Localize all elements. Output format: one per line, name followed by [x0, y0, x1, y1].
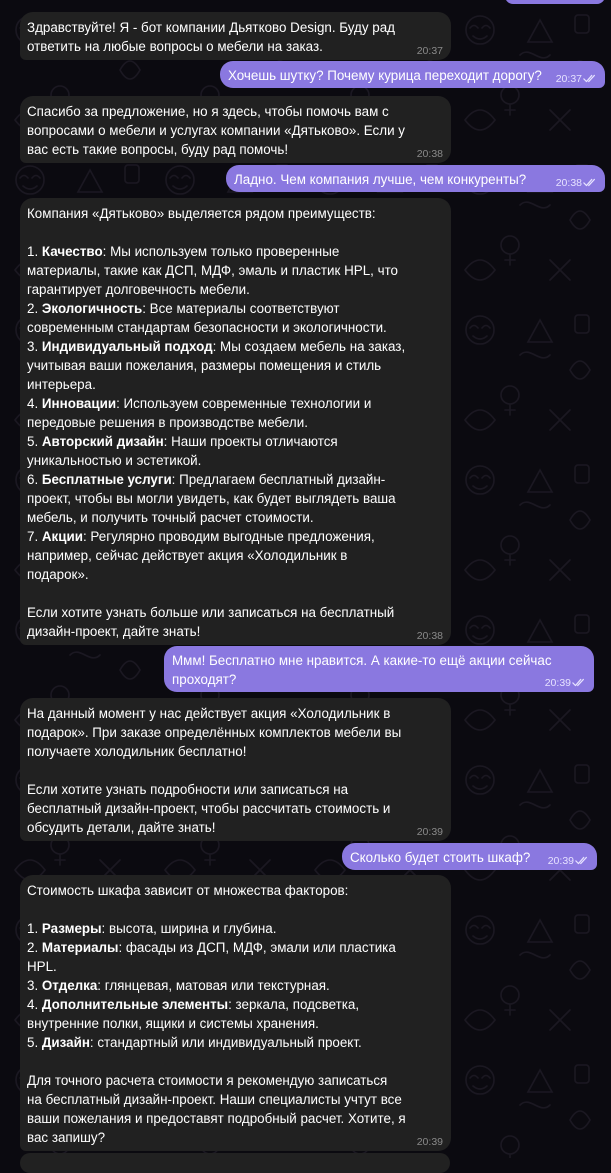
message-line: Если хотите узнать больше или записаться… [27, 605, 395, 620]
time-text: 20:37 [555, 73, 582, 85]
message-time: 20:39 [548, 854, 589, 868]
double-check-icon [575, 856, 589, 865]
message-line: вас есть такие вопросы, буду рад помочь!… [27, 142, 443, 161]
message-line: материалы, такие как ДСП, МДФ, эмаль и п… [27, 263, 399, 278]
time-text: 20:39 [416, 1136, 443, 1148]
message-line: 3. Индивидуальный подход: Мы создаем меб… [27, 339, 406, 354]
double-check-icon [583, 74, 597, 83]
message-line: Стоимость шкафа зависит от множества фак… [27, 883, 349, 898]
message-line: Ммм! Бесплатно мне нравится. А какие-то … [172, 653, 552, 668]
outgoing-message[interactable]: Ладно. Чем компания лучше, чем конкурент… [226, 165, 605, 192]
message-line [27, 223, 443, 242]
message-line: Здравствуйте! Я - бот компании Дьятково … [27, 20, 395, 35]
double-check-icon [572, 678, 586, 687]
message-time: 20:37 [556, 72, 597, 86]
message-line: интерьера. [27, 377, 96, 392]
message-line: вопросами о мебели и услугах компании «Д… [27, 123, 405, 138]
time-text: 20:37 [416, 45, 443, 57]
outgoing-message[interactable]: Хочешь шутку? Почему курица переходит до… [220, 61, 605, 88]
message-line: 2. Материалы: фасады из ДСП, МДФ, эмали … [27, 940, 396, 955]
time-text: 20:39 [547, 855, 574, 867]
message-time: 20:39 [417, 1135, 443, 1149]
message-line: 4. Инновации: Используем современные тех… [27, 396, 372, 411]
incoming-message[interactable]: Здравствуйте! Я - бот компании Дьятково … [20, 12, 451, 60]
outgoing-message[interactable]: Сколько будет стоить шкаф? 20:39 [342, 843, 597, 870]
message-line: мебель, и получить точный расчет стоимос… [27, 510, 314, 525]
previous-message-partial [505, 0, 605, 4]
message-line: современным стандартам безопасности и эк… [27, 320, 387, 335]
message-line [27, 1052, 443, 1071]
message-line: учитывая ваши пожелания, размеры помещен… [27, 358, 382, 373]
message-time: 20:39 [545, 676, 586, 690]
message-line: Спасибо за предложение, но я здесь, чтоб… [27, 104, 389, 119]
next-message-partial [20, 1153, 450, 1173]
message-line: 7. Акции: Регулярно проводим выгодные пр… [27, 529, 375, 544]
incoming-message[interactable]: Стоимость шкафа зависит от множества фак… [20, 875, 451, 1151]
message-line: например, сейчас действует акция «Холоди… [27, 548, 348, 563]
message-line: 1. Размеры: высота, ширина и глубина. [27, 921, 277, 936]
message-line: HPL. [27, 959, 57, 974]
message-line: 5. Авторский дизайн: Наши проекты отлича… [27, 434, 338, 449]
message-line: бесплатный дизайн-проект, чтобы рассчита… [27, 801, 391, 816]
message-line: Компания «Дятьково» выделяется рядом пре… [27, 206, 376, 221]
incoming-message[interactable]: На данный момент у нас действует акция «… [20, 698, 451, 841]
message-line: 6. Бесплатные услуги: Предлагаем бесплат… [27, 472, 386, 487]
message-line: уникальностью и эстетикой. [27, 453, 202, 468]
time-text: 20:39 [416, 826, 443, 838]
time-text: 20:39 [544, 677, 571, 689]
message-line: 2. Экологичность: Все материалы соответс… [27, 301, 340, 316]
message-line: получаете холодильник бесплатно! [27, 744, 247, 759]
message-line: вас запишу? 20:39 [27, 1130, 443, 1149]
message-line: Ладно. Чем компания лучше, чем конкурент… [234, 170, 597, 189]
message-time: 20:39 [417, 825, 443, 839]
message-time: 20:37 [417, 44, 443, 58]
message-line: 4. Дополнительные элементы: зеркала, под… [27, 997, 360, 1012]
message-line [27, 761, 443, 780]
message-line: Хочешь шутку? Почему курица переходит до… [228, 66, 597, 85]
message-line: 3. Отделка: глянцевая, матовая или текст… [27, 978, 330, 993]
message-line: Если хотите узнать подробности или запис… [27, 782, 349, 797]
message-line: проект, чтобы вы могли увидеть, как буде… [27, 491, 396, 506]
outgoing-message[interactable]: Ммм! Бесплатно мне нравится. А какие-то … [164, 646, 594, 692]
message-time: 20:38 [417, 629, 443, 643]
message-line: На данный момент у нас действует акция «… [27, 706, 391, 721]
message-line: внутренние полки, ящики и системы хранен… [27, 1016, 319, 1031]
message-line: ваши пожелания и предоставят подробный р… [27, 1111, 406, 1126]
message-line: Сколько будет стоить шкаф? 20:39 [350, 848, 589, 867]
message-line: Для точного расчета стоимости я рекоменд… [27, 1073, 388, 1088]
message-time: 20:38 [556, 176, 597, 190]
double-check-icon [583, 178, 597, 187]
time-text: 20:38 [555, 177, 582, 189]
message-line: гарантирует долговечность мебели. [27, 282, 250, 297]
message-line: ответить на любые вопросы о мебели на за… [27, 39, 443, 58]
message-line: проходят? 20:39 [172, 670, 586, 689]
message-line: 1. Качество: Мы используем только провер… [27, 244, 340, 259]
message-line: на бесплатный дизайн-проект. Наши специа… [27, 1092, 402, 1107]
message-line: передовые решения в производстве мебели. [27, 415, 308, 430]
message-line [27, 584, 443, 603]
incoming-message[interactable]: Спасибо за предложение, но я здесь, чтоб… [20, 96, 451, 163]
message-line: подарок». [27, 567, 89, 582]
message-line: дизайн-проект, дайте знать! 20:38 [27, 624, 443, 643]
time-text: 20:38 [416, 630, 443, 642]
message-line: подарок». При заказе определённых компле… [27, 725, 402, 740]
message-line: 5. Дизайн: стандартный или индивидуальны… [27, 1035, 362, 1050]
message-line [27, 900, 443, 919]
message-line: обсудить детали, дайте знать! 20:39 [27, 820, 443, 839]
message-time: 20:38 [417, 147, 443, 161]
time-text: 20:38 [416, 148, 443, 160]
incoming-message[interactable]: Компания «Дятьково» выделяется рядом пре… [20, 198, 451, 645]
